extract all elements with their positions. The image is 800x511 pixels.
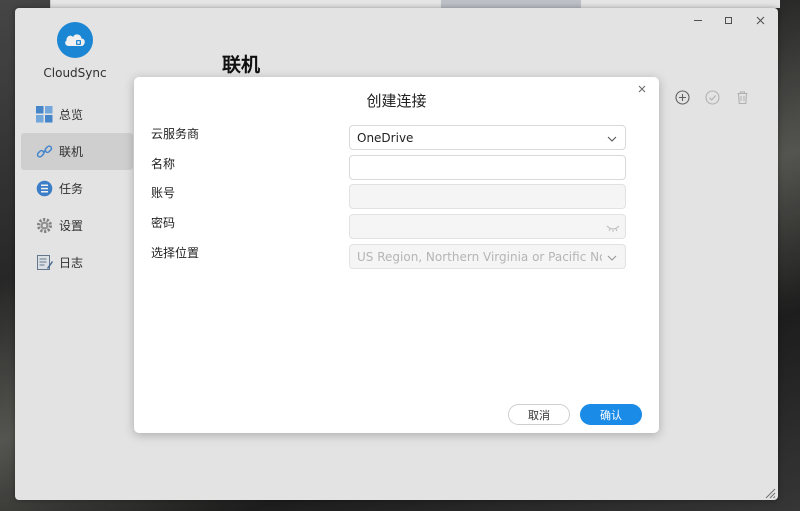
name-field-wrap xyxy=(349,155,626,180)
name-input[interactable] xyxy=(357,160,625,175)
chevron-down-icon xyxy=(606,252,618,262)
provider-label: 云服务商 xyxy=(151,127,200,141)
form-row-name: 名称 xyxy=(151,155,626,181)
chevron-down-icon xyxy=(606,133,618,143)
cancel-button[interactable]: 取消 xyxy=(508,404,570,425)
form-row-password: 密码 xyxy=(151,214,626,240)
location-value: US Region, Northern Virginia or Pacific … xyxy=(357,249,602,264)
account-input[interactable] xyxy=(357,189,625,204)
dialog-close-icon[interactable] xyxy=(635,82,649,96)
confirm-button[interactable]: 确认 xyxy=(580,404,642,425)
account-field-wrap xyxy=(349,184,626,209)
dialog-title: 创建连接 xyxy=(366,92,427,110)
provider-value: OneDrive xyxy=(357,130,414,145)
create-connection-dialog: 创建连接 云服务商 OneDrive 名称 账号 密码 选择位置 US Regi… xyxy=(134,77,659,433)
password-field[interactable] xyxy=(349,214,626,239)
location-select[interactable]: US Region, Northern Virginia or Pacific … xyxy=(349,244,626,269)
form-row-account: 账号 xyxy=(151,184,626,210)
form-row-provider: 云服务商 OneDrive xyxy=(151,125,626,151)
password-label: 密码 xyxy=(151,216,176,230)
provider-select[interactable]: OneDrive xyxy=(349,125,626,150)
account-label: 账号 xyxy=(151,186,176,200)
eye-closed-icon[interactable] xyxy=(606,222,620,232)
location-label: 选择位置 xyxy=(151,246,200,260)
form-row-location: 选择位置 US Region, Northern Virginia or Pac… xyxy=(151,244,626,270)
name-label: 名称 xyxy=(151,157,176,171)
